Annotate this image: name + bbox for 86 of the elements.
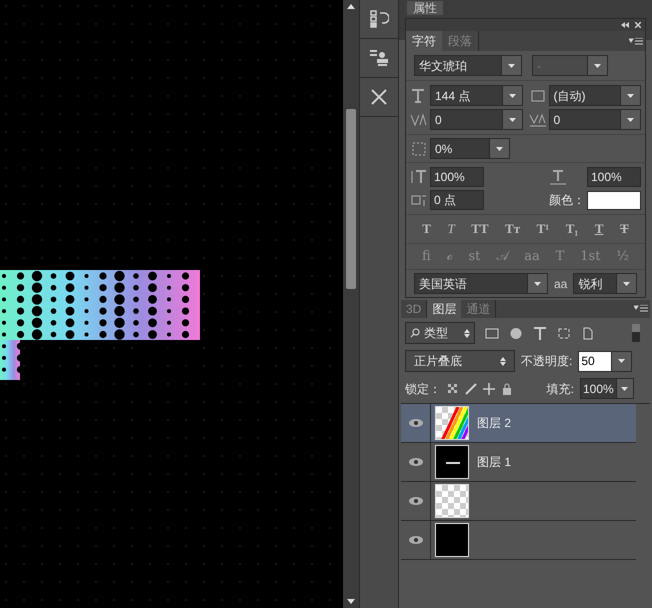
scrollbar[interactable] [343, 0, 359, 608]
text-style-button[interactable]: T¹ [536, 219, 550, 238]
text-style-button[interactable]: Tт [505, 219, 520, 238]
layer-thumbnail [435, 445, 469, 479]
fill-field[interactable]: 100% [580, 378, 634, 399]
adjustment-filter-icon[interactable] [509, 326, 523, 340]
layer-thumbnail [435, 484, 469, 518]
updown-arrow-icon [464, 328, 470, 338]
image-filter-icon[interactable] [485, 326, 499, 340]
kerning-dropdown[interactable]: 0 [430, 109, 522, 130]
font-family-dropdown[interactable]: 华文琥珀 [414, 55, 522, 76]
horizontal-scale-icon [549, 169, 567, 185]
lock-icon[interactable] [501, 382, 513, 394]
eye-icon[interactable] [408, 419, 422, 427]
tracking-dropdown[interactable]: 0 [548, 109, 641, 130]
layer-row[interactable] [401, 521, 636, 560]
scroll-down-icon[interactable] [347, 599, 355, 604]
dropdown-value: 0% [434, 140, 454, 158]
layer-name: 图层 1 [477, 454, 512, 471]
kerning-icon [410, 112, 428, 128]
layer-row[interactable]: 图层 1 [401, 443, 636, 482]
layer-row[interactable]: 图层 2 [401, 404, 636, 443]
text-style-button[interactable]: T [594, 219, 604, 238]
antialias-dropdown[interactable]: 锐利 [573, 273, 637, 294]
layer-name: 图层 2 [477, 415, 512, 432]
horizontal-scale-field[interactable]: 100% [587, 167, 641, 187]
panel-menu-icon[interactable] [634, 305, 648, 313]
fill-label: 填充: [546, 380, 574, 398]
dropdown-value: 0 [552, 112, 562, 128]
eye-icon[interactable] [408, 458, 422, 466]
dropdown-value: 144 点 [434, 88, 472, 104]
blend-mode-value: 正片叠底 [414, 353, 463, 370]
tsume-dropdown[interactable]: 0% [430, 138, 510, 159]
filter-value: 类型 [424, 325, 449, 342]
antialias-label: aa [554, 276, 568, 292]
filter-toggle-switch[interactable] [632, 324, 640, 342]
collapse-icon[interactable] [621, 22, 629, 28]
vertical-scale-field[interactable]: 100% [430, 167, 484, 187]
color-label: 颜色： [549, 192, 585, 209]
text-style-button[interactable]: TT [471, 219, 489, 238]
blend-mode-dropdown[interactable]: 正片叠底 [405, 350, 515, 372]
panel-tab[interactable]: 图层 [427, 300, 462, 318]
search-icon [410, 328, 420, 338]
opacity-field[interactable]: 50 [578, 350, 632, 372]
text-style-button[interactable]: T [447, 219, 455, 238]
layer-thumbnail [435, 406, 469, 440]
history-icon[interactable] [369, 9, 389, 29]
tsume-icon [410, 140, 428, 156]
panel-tab[interactable]: 通道 [461, 300, 496, 318]
filter-dropdown[interactable]: 类型 [405, 322, 475, 344]
scroll-up-icon[interactable] [347, 4, 355, 9]
text-style-button[interactable]: T₁ [566, 219, 578, 238]
panel-tab[interactable]: 字符 [406, 31, 442, 51]
color-swatch[interactable] [587, 190, 641, 210]
layer-thumbnail [435, 523, 469, 557]
text-style-button[interactable]: T [620, 219, 629, 238]
baseline-shift-field[interactable]: 0 点 [430, 190, 484, 210]
eye-icon[interactable] [408, 497, 422, 505]
vertical-scale-icon [410, 169, 428, 185]
dropdown-value: 锐利 [577, 276, 604, 292]
scroll-thumb[interactable] [346, 109, 356, 289]
type-filter-icon[interactable] [533, 326, 547, 340]
updown-arrow-icon [500, 356, 506, 366]
shape-filter-icon[interactable] [557, 326, 571, 340]
dropdown-value: 美国英语 [418, 276, 468, 292]
dropdown-value: - [536, 58, 542, 74]
dropdown-value: 0 [434, 112, 443, 128]
layer-row[interactable] [401, 482, 636, 521]
lock-transparent-icon[interactable] [447, 382, 459, 394]
stamp-icon[interactable] [369, 48, 389, 68]
language-dropdown[interactable]: 美国英语 [414, 273, 548, 294]
tracking-icon [528, 112, 546, 128]
move-icon[interactable] [483, 382, 495, 394]
smart-object-filter-icon[interactable] [581, 326, 595, 340]
panel-tab[interactable]: 属性 [407, 1, 443, 15]
panel-menu-icon[interactable] [629, 38, 643, 46]
text-style-button[interactable]: T [422, 219, 431, 238]
dropdown-value: (自动) [552, 88, 586, 104]
leading-icon [528, 88, 546, 104]
close-icon[interactable] [635, 22, 641, 28]
lock-label: 锁定： [405, 380, 441, 398]
opacity-label: 不透明度: [521, 353, 572, 370]
dropdown-value: 华文琥珀 [418, 58, 468, 74]
eye-icon[interactable] [408, 536, 422, 544]
font-size-dropdown[interactable]: 144 点 [430, 85, 522, 106]
leading-dropdown[interactable]: (自动) [548, 85, 641, 106]
